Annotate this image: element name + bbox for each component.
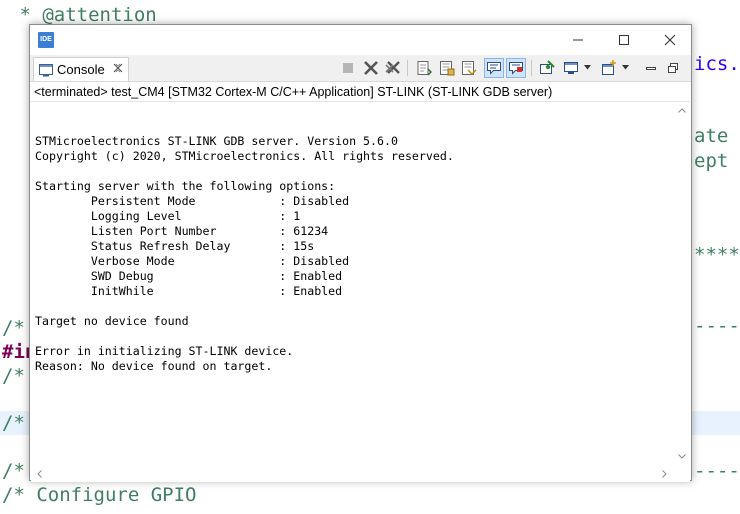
tab-console-label: Console <box>57 62 105 77</box>
editor-line-dashes: ------- <box>694 315 740 337</box>
remove-launch-button[interactable] <box>361 58 381 78</box>
view-minimize-button[interactable] <box>641 58 661 78</box>
open-console-dropdown[interactable] <box>621 58 630 78</box>
open-console-button[interactable] <box>599 58 619 78</box>
scroll-lock-icon <box>417 61 432 76</box>
remove-launch-icon <box>364 61 378 75</box>
tab-close-icon[interactable] <box>113 63 123 73</box>
editor-line-comment: /* <box>2 460 25 482</box>
pin-console-button[interactable] <box>537 58 557 78</box>
show-console-stderr-button[interactable] <box>506 58 526 78</box>
display-console-dropdown[interactable] <box>583 58 592 78</box>
terminate-button[interactable] <box>338 58 358 78</box>
chevron-down-icon <box>622 65 629 70</box>
word-wrap-icon <box>440 61 455 76</box>
editor-line-fragment: ate l <box>694 125 740 147</box>
editor-line-comment: /* <box>2 412 25 434</box>
show-stdout-icon <box>487 62 501 75</box>
scroll-lock-button[interactable] <box>414 58 434 78</box>
scroll-up-icon <box>678 108 686 113</box>
close-button[interactable] <box>647 25 693 55</box>
horizontal-scrollbar[interactable] <box>31 465 673 482</box>
minimize-button[interactable] <box>555 25 601 55</box>
console-output-area[interactable]: STMicroelectronics ST-LINK GDB server. V… <box>31 101 690 482</box>
pin-console-icon <box>540 60 555 74</box>
editor-line-fragment: ***** <box>694 244 740 266</box>
vertical-scrollbar[interactable] <box>673 102 690 464</box>
editor-line-dashes: ------- <box>694 460 740 482</box>
maximize-button[interactable] <box>601 25 647 55</box>
display-console-icon <box>564 62 578 74</box>
remove-all-terminated-button[interactable] <box>383 58 403 78</box>
tab-console[interactable]: Console <box>33 57 129 81</box>
show-console-stdout-button[interactable] <box>484 58 504 78</box>
show-output-button[interactable] <box>459 58 479 78</box>
editor-line-fragment: ept i <box>694 150 740 172</box>
editor-line-comment: /* <box>2 365 25 387</box>
editor-line-attention: * @attention <box>8 4 157 26</box>
chevron-down-icon <box>584 65 591 70</box>
view-maximize-icon <box>668 63 678 73</box>
close-icon <box>664 34 676 46</box>
ide-app-icon: IDE <box>38 32 54 48</box>
editor-line-configure-gpio: /* Configure GPIO <box>2 484 197 506</box>
show-output-icon <box>462 61 477 76</box>
toolbar-separator <box>531 60 532 76</box>
console-output-text: STMicroelectronics ST-LINK GDB server. V… <box>35 134 454 373</box>
show-stderr-icon <box>509 62 523 75</box>
console-icon <box>39 64 53 77</box>
display-selected-console-button[interactable] <box>561 58 581 78</box>
toolbar-separator <box>407 60 408 76</box>
console-process-label: <terminated> test_CM4 [STM32 Cortex-M C/… <box>34 85 553 99</box>
minimize-icon <box>573 39 583 41</box>
word-wrap-button[interactable] <box>437 58 457 78</box>
console-window: IDE Console <terminated> test_CM4 [STM32… <box>29 24 692 482</box>
editor-line-fragment: ics. <box>694 53 740 75</box>
scroll-left-icon <box>37 470 42 478</box>
terminate-icon <box>343 63 353 73</box>
scroll-right-icon <box>662 470 667 478</box>
view-minimize-icon <box>646 67 656 70</box>
view-maximize-button[interactable] <box>663 58 683 78</box>
editor-line-comment: /* <box>2 317 25 339</box>
maximize-icon <box>619 35 629 45</box>
new-console-icon <box>602 60 616 75</box>
scroll-down-icon <box>678 454 686 459</box>
title-bar[interactable]: IDE <box>30 25 691 55</box>
remove-all-icon <box>385 61 400 74</box>
